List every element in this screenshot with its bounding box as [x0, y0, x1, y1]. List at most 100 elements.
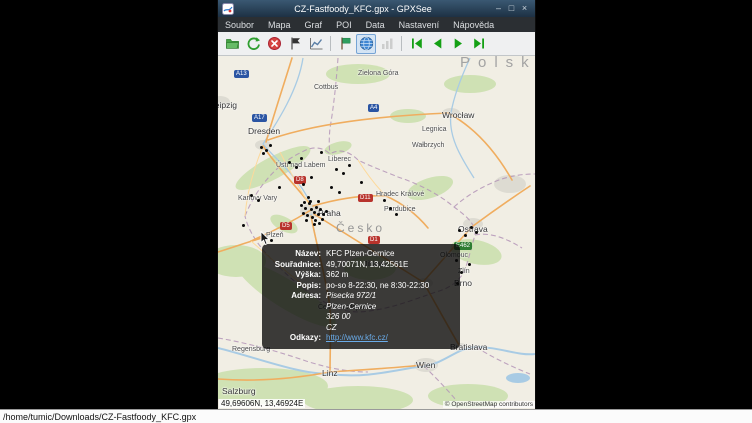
tooltip-label: Popis: [269, 281, 326, 292]
poi-dot[interactable] [320, 151, 323, 154]
close-icon [267, 36, 282, 51]
coordinates-readout: 49,69606N, 13,46924E [219, 399, 305, 408]
poi-dot[interactable] [313, 211, 316, 214]
poi-dot[interactable] [317, 213, 320, 216]
poi-flag-icon [288, 36, 303, 51]
poi-dot[interactable] [303, 201, 306, 204]
poi-dot[interactable] [302, 212, 305, 215]
tooltip-label: Výška: [269, 270, 326, 281]
tooltip-value: http://www.kfc.cz/ [326, 333, 453, 344]
window-title: CZ-Fastfoody_KFC.gpx - GPXSee [234, 4, 492, 14]
poi-dot[interactable] [338, 191, 341, 194]
poi-dot[interactable] [468, 263, 471, 266]
prev-icon [430, 36, 445, 51]
poi-dot[interactable] [305, 219, 308, 222]
tooltip-row: Souřadnice:49,70071N, 13,42561E [269, 260, 453, 271]
tooltip-row: Adresa:Pisecka 972/1Plzen-Cernice326 00C… [269, 291, 453, 333]
menu-soubor[interactable]: Soubor [218, 19, 261, 31]
poi-dot[interactable] [470, 226, 473, 229]
menu-mapa[interactable]: Mapa [261, 19, 298, 31]
poi-dot[interactable] [307, 196, 310, 199]
poi-dot[interactable] [348, 164, 351, 167]
reload-file-button[interactable] [243, 34, 263, 54]
poi-dot[interactable] [278, 186, 281, 189]
show-graphs-button[interactable] [306, 34, 326, 54]
poi-dot[interactable] [288, 161, 291, 164]
poi-dot[interactable] [300, 157, 303, 160]
poi-dot[interactable] [322, 213, 325, 216]
poi-dot[interactable] [383, 199, 386, 202]
poi-tooltip: Název:KFC Plzen-CerniceSouřadnice:49,700… [262, 244, 460, 349]
graph-icon [309, 36, 324, 51]
toolbar-separator [401, 36, 402, 51]
tooltip-label: Odkazy: [269, 333, 326, 344]
poi-dot[interactable] [315, 206, 318, 209]
poi-dot[interactable] [260, 146, 263, 149]
poi-dot[interactable] [321, 218, 324, 221]
gpxsee-window: CZ-Fastfoody_KFC.gpx - GPXSee –□× Soubor… [218, 0, 535, 409]
menu-graf[interactable]: Graf [298, 19, 330, 31]
poi-dot[interactable] [269, 144, 272, 147]
tooltip-label: Název: [269, 249, 326, 260]
poi-dot[interactable] [330, 186, 333, 189]
poi-dot[interactable] [395, 213, 398, 216]
tooltip-link[interactable]: http://www.kfc.cz/ [326, 333, 388, 342]
poi-dot[interactable] [314, 219, 317, 222]
poi-dot[interactable] [300, 204, 303, 207]
tooltip-label: Souřadnice: [269, 260, 326, 271]
poi-dot[interactable] [319, 208, 322, 211]
close-file-button[interactable] [264, 34, 284, 54]
poi-dot[interactable] [335, 168, 338, 171]
poi-dot[interactable] [460, 271, 463, 274]
poi-dot[interactable] [262, 152, 265, 155]
next-file-button[interactable] [448, 34, 468, 54]
tooltip-value: 362 m [326, 270, 453, 281]
poi-dot[interactable] [310, 176, 313, 179]
poi-dot[interactable] [295, 166, 298, 169]
poi-dot[interactable] [318, 222, 321, 225]
tooltip-row: Odkazy:http://www.kfc.cz/ [269, 333, 453, 344]
poi-dot[interactable] [475, 231, 478, 234]
flag-icon [338, 36, 353, 51]
status-bar: /home/tumic/Downloads/CZ-Fastfoody_KFC.g… [0, 409, 752, 423]
show-charts-button [377, 34, 397, 54]
menu-data[interactable]: Data [359, 19, 392, 31]
poi-dot[interactable] [250, 194, 253, 197]
show-map-button[interactable] [356, 34, 376, 54]
poi-dot[interactable] [265, 149, 268, 152]
poi-dot[interactable] [342, 172, 345, 175]
poi-dot[interactable] [325, 210, 328, 213]
poi-dot[interactable] [306, 214, 309, 217]
poi-dot[interactable] [242, 224, 245, 227]
show-poi-files-button[interactable] [285, 34, 305, 54]
toolbar-separator [330, 36, 331, 51]
first-icon [409, 36, 424, 51]
next-icon [451, 36, 466, 51]
poi-dot[interactable] [304, 207, 307, 210]
poi-dot[interactable] [458, 229, 461, 232]
menu-nastaveni[interactable]: Nastavení [392, 19, 447, 31]
map-view[interactable]: PolskaČeskoZielona GóraCottbusLeipzigDre… [218, 56, 535, 409]
poi-dot[interactable] [389, 207, 392, 210]
poi-dot[interactable] [313, 223, 316, 226]
menu-napoveda[interactable]: Nápověda [446, 19, 501, 31]
app-icon [222, 3, 234, 15]
open-file-button[interactable] [222, 34, 242, 54]
poi-dot[interactable] [360, 181, 363, 184]
close-button[interactable]: × [518, 2, 531, 15]
poi-dot[interactable] [302, 183, 305, 186]
tooltip-value: Pisecka 972/1Plzen-Cernice326 00CZ [326, 291, 453, 333]
maximize-button[interactable]: □ [505, 2, 518, 15]
poi-dot[interactable] [309, 200, 312, 203]
titlebar[interactable]: CZ-Fastfoody_KFC.gpx - GPXSee –□× [218, 0, 535, 17]
poi-dot[interactable] [257, 199, 260, 202]
minimize-button[interactable]: – [492, 2, 505, 15]
poi-dot[interactable] [464, 234, 467, 237]
show-pois-button[interactable] [335, 34, 355, 54]
last-file-button[interactable] [469, 34, 489, 54]
poi-dot[interactable] [317, 200, 320, 203]
menu-bar: SouborMapaGrafPOIDataNastaveníNápověda [218, 17, 535, 32]
first-file-button[interactable] [406, 34, 426, 54]
previous-file-button[interactable] [427, 34, 447, 54]
menu-poi[interactable]: POI [329, 19, 359, 31]
